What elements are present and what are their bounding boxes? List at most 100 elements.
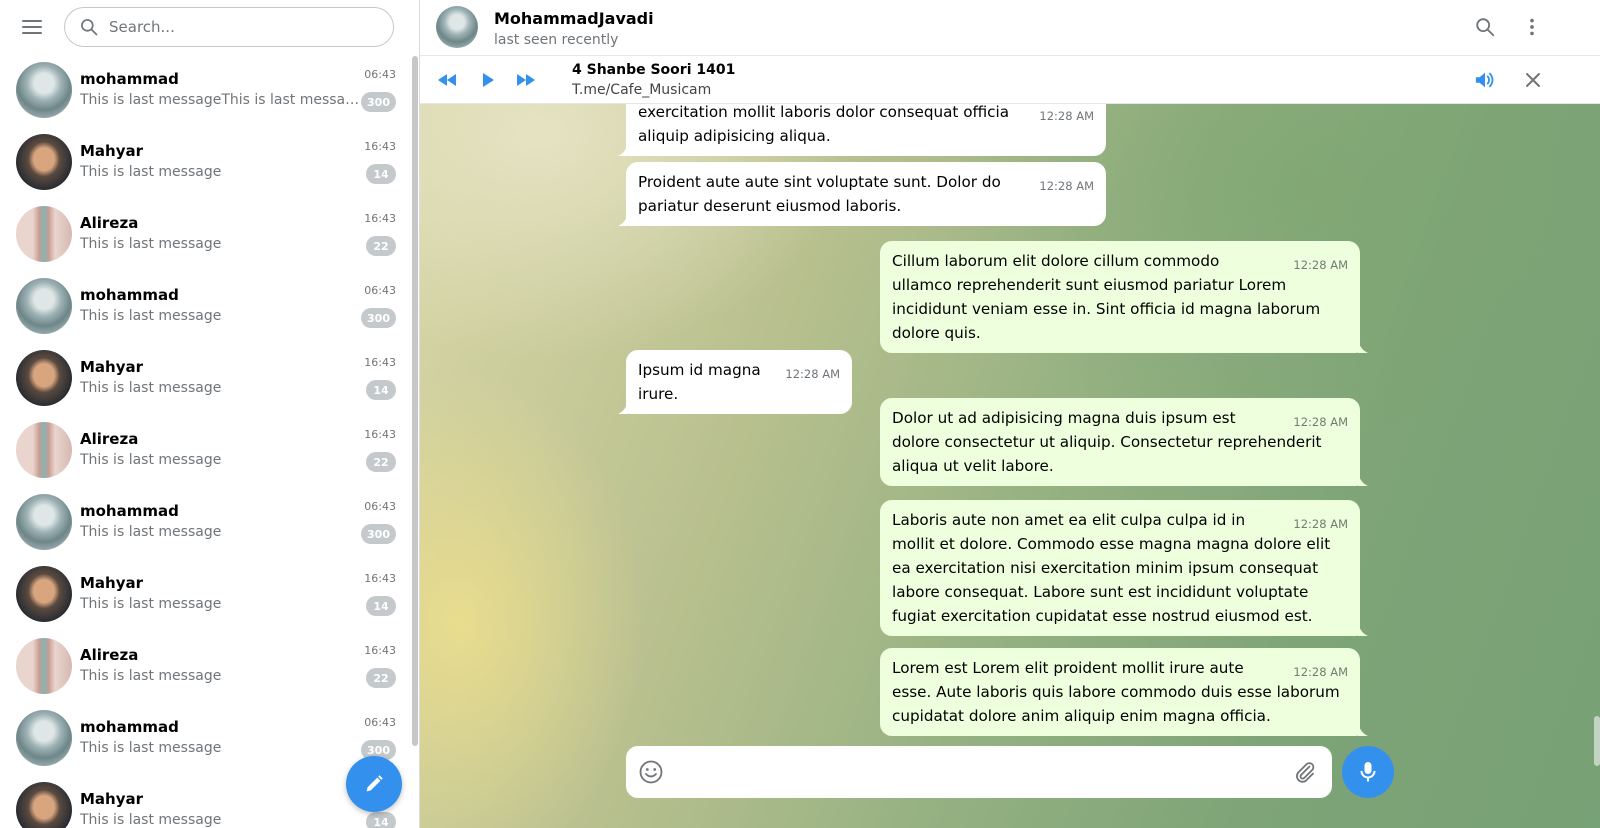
incoming-message[interactable]: 12:28 AM Ipsum id magna irure. (618, 350, 852, 414)
avatar (16, 782, 72, 828)
bubble-tail (1358, 724, 1368, 736)
compose-button[interactable] (346, 756, 402, 812)
chat-list-item[interactable]: mohammad This is last message 06:43 300 (0, 486, 410, 558)
messages-area[interactable]: 12:28 AM exercitation mollit laboris dolo… (420, 104, 1600, 828)
chat-list-item[interactable]: Mahyar This is last message 16:43 14 (0, 342, 410, 414)
outgoing-message[interactable]: 12:28 AM Laboris aute non amet ea elit cu… (880, 500, 1368, 636)
menu-icon[interactable] (22, 15, 46, 39)
avatar (16, 566, 72, 622)
chat-time: 16:43 (364, 644, 396, 657)
chat-last-message: This is last message (80, 812, 222, 828)
message-text: Lorem est Lorem elit proident mollit iru… (892, 659, 1340, 725)
peer-status: last seen recently (494, 32, 619, 48)
search-icon[interactable] (1472, 14, 1498, 40)
avatar (16, 278, 72, 334)
chat-last-message: This is last message (80, 524, 222, 540)
fast-forward-icon[interactable] (513, 68, 539, 92)
bubble-tail (1358, 624, 1368, 636)
rewind-icon[interactable] (434, 68, 460, 92)
play-icon[interactable] (475, 68, 501, 92)
emoji-icon[interactable] (638, 759, 664, 785)
search-icon (81, 19, 98, 36)
chat-name: Alireza (80, 646, 139, 664)
audio-player-bar: 4 Shanbe Soori 1401 T.me/Cafe_Musicam (420, 56, 1600, 104)
message-time: 12:28 AM (1293, 665, 1348, 679)
chat-time: 16:43 (364, 572, 396, 585)
avatar (16, 422, 72, 478)
chat-list-item[interactable]: Mahyar This is last message 16:43 14 (0, 558, 410, 630)
pencil-icon (366, 775, 383, 792)
close-icon[interactable] (1520, 68, 1546, 92)
chat-name: Alireza (80, 214, 139, 232)
bubble-tail (1358, 474, 1368, 486)
unread-badge: 300 (361, 92, 396, 112)
message-time: 12:28 AM (1039, 109, 1094, 123)
message-time: 12:28 AM (785, 367, 840, 381)
outgoing-message[interactable]: 12:28 AM Cillum laborum elit dolore cillu… (880, 241, 1368, 353)
chat-name: mohammad (80, 70, 179, 88)
outgoing-message[interactable]: 12:28 AM Dolor ut ad adipisicing magna du… (880, 398, 1368, 486)
incoming-message[interactable]: 12:28 AM exercitation mollit laboris dolo… (618, 104, 1106, 156)
attach-icon[interactable] (1292, 759, 1318, 785)
chat-last-message: This is last message (80, 740, 222, 756)
search-input[interactable] (109, 18, 369, 36)
chat-header[interactable]: MohammadJavadi last seen recently (420, 0, 1600, 56)
message-text: Laboris aute non amet ea elit culpa culp… (892, 511, 1331, 625)
chat-list-item[interactable]: Mahyar This is last message 16:43 14 (0, 126, 410, 198)
chat-time: 16:43 (364, 356, 396, 369)
chat-name: Alireza (80, 430, 139, 448)
bubble-tail (618, 214, 628, 226)
sidebar-header (0, 0, 419, 54)
chat-last-message: This is last message (80, 380, 222, 396)
search-box[interactable] (64, 7, 394, 47)
incoming-message[interactable]: 12:28 AM Proident aute aute sint voluptat… (618, 162, 1106, 226)
avatar (16, 62, 72, 118)
bubble-tail (618, 144, 628, 156)
chat-list-item[interactable]: mohammad This is last messageThis is last… (0, 54, 410, 126)
chat-list-scrollbar[interactable] (412, 56, 418, 746)
chat-last-message: This is last message (80, 596, 222, 612)
chat-last-message: This is last message (80, 452, 222, 468)
chat-time: 06:43 (364, 284, 396, 297)
mic-button[interactable] (1342, 746, 1394, 798)
bubble-tail (1358, 341, 1368, 353)
chat-name: mohammad (80, 502, 179, 520)
message-composer (626, 746, 1332, 798)
chat-list-item[interactable]: Alireza This is last message 16:43 22 (0, 414, 410, 486)
chat-time: 06:43 (364, 500, 396, 513)
unread-badge: 22 (366, 452, 396, 472)
avatar (16, 494, 72, 550)
message-input[interactable] (680, 760, 1270, 784)
avatar (16, 206, 72, 262)
messages-scrollbar[interactable] (1594, 716, 1600, 766)
track-subtitle[interactable]: T.me/Cafe_Musicam (572, 82, 711, 98)
unread-badge: 300 (361, 524, 396, 544)
message-time: 12:28 AM (1039, 179, 1094, 193)
volume-icon[interactable] (1472, 68, 1498, 92)
message-text: Ipsum id magna irure. (638, 361, 761, 403)
chat-last-message: This is last message (80, 308, 222, 324)
chat-list-item[interactable]: Alireza This is last message 16:43 22 (0, 630, 410, 702)
track-title[interactable]: 4 Shanbe Soori 1401 (572, 62, 735, 78)
chat-panel: MohammadJavadi last seen recently 4 Shan… (420, 0, 1600, 828)
message-text: Dolor ut ad adipisicing magna duis ipsum… (892, 409, 1322, 475)
avatar[interactable] (436, 6, 478, 48)
more-vertical-icon[interactable] (1519, 14, 1545, 40)
chat-time: 16:43 (364, 212, 396, 225)
message-text: Cillum laborum elit dolore cillum commod… (892, 252, 1321, 342)
chat-list-item[interactable]: mohammad This is last message 06:43 300 (0, 702, 410, 774)
chat-name: Mahyar (80, 574, 144, 592)
unread-badge: 22 (366, 236, 396, 256)
chat-time: 16:43 (364, 140, 396, 153)
message-time: 12:28 AM (1293, 258, 1348, 272)
chat-list-item[interactable]: Alireza This is last message 16:43 22 (0, 198, 410, 270)
chat-name: Mahyar (80, 358, 144, 376)
chat-time: 06:43 (364, 68, 396, 81)
chat-last-message: This is last messageThis is last message… (80, 92, 362, 108)
chat-list-item[interactable]: mohammad This is last message 06:43 300 (0, 270, 410, 342)
unread-badge: 14 (366, 164, 396, 184)
unread-badge: 22 (366, 668, 396, 688)
chat-list: mohammad This is last messageThis is last… (0, 54, 410, 828)
chat-last-message: This is last message (80, 236, 222, 252)
outgoing-message[interactable]: 12:28 AM Lorem est Lorem elit proident mo… (880, 648, 1368, 736)
